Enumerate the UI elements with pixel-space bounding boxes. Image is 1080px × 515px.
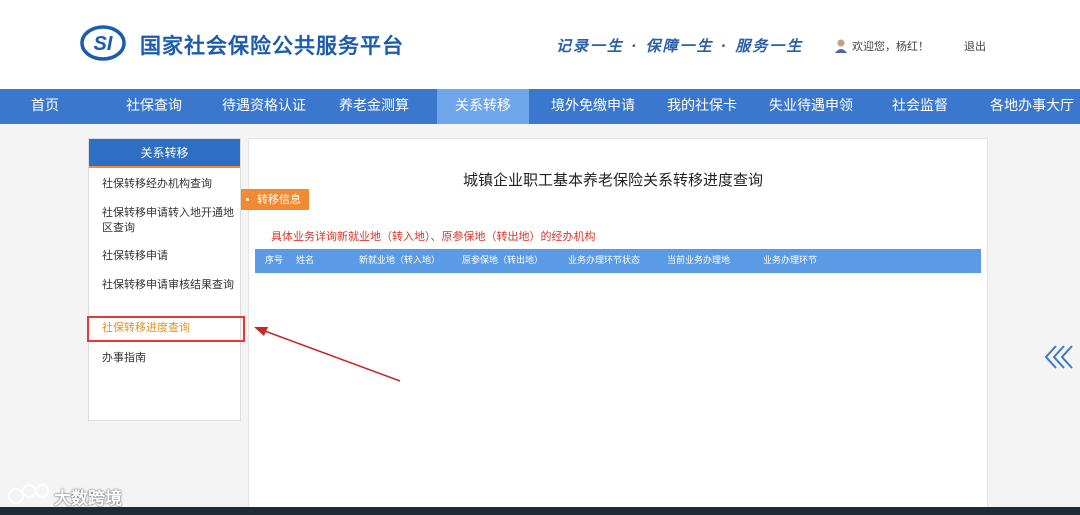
nav-item-social-security-query[interactable]: 社保查询 [108, 89, 200, 124]
slogan: 记录一生 · 保障一生 · 服务一生 [556, 37, 804, 55]
column-header-transfer-out: 原参保地（转出地） [462, 256, 544, 266]
logout-link[interactable]: 退出 [964, 38, 986, 54]
nav-item-social-supervision[interactable]: 社会监督 [874, 89, 966, 124]
welcome-text: 欢迎您，杨红！ [852, 40, 929, 53]
table-header: 序号 姓名 新就业地（转入地） 原参保地（转出地） 业务办理环节状态 当前业务办… [255, 249, 981, 273]
main-panel: 城镇企业职工基本养老保险关系转移进度查询 转移信息 具体业务详询新就业地（转入地… [241, 138, 988, 515]
double-chevron-left-icon[interactable] [1044, 344, 1076, 370]
bullet-dot-icon [246, 198, 249, 201]
si-logo-icon[interactable]: SI [80, 24, 126, 62]
nav-item-home[interactable]: 首页 [0, 89, 90, 124]
transfer-info-tag-label: 转移信息 [257, 193, 301, 206]
nav-item-my-social-card[interactable]: 我的社保卡 [656, 89, 748, 124]
site-header: SI 国家社会保险公共服务平台 记录一生 · 保障一生 · 服务一生 欢迎您，杨… [0, 0, 1080, 89]
column-header-name: 姓名 [296, 256, 315, 266]
transfer-info-tag: 转移信息 [241, 189, 309, 210]
os-taskbar [0, 507, 1080, 515]
user-icon [835, 39, 847, 53]
notice-text: 具体业务详询新就业地（转入地）、原参保地（转出地）的经办机构 [271, 230, 596, 243]
column-header-transfer-in: 新就业地（转入地） [359, 256, 441, 266]
column-header-step: 业务办理环节 [763, 256, 818, 266]
sidebar-item-transfer-application[interactable]: 社保转移申请 [102, 248, 234, 263]
column-header-current-location: 当前业务办理地 [667, 256, 731, 266]
sidebar: 关系转移 社保转移经办机构查询 社保转移申请转入地开通地区查询 社保转移申请 社… [88, 138, 241, 421]
watermark-logo-icon [8, 484, 49, 504]
page-title: 城镇企业职工基本养老保险关系转移进度查询 [463, 171, 764, 189]
nav-item-relation-transfer[interactable]: 关系转移 [437, 89, 529, 124]
watermark-text: 大数跨境 [54, 489, 122, 509]
nav-item-benefit-qualification[interactable]: 待遇资格认证 [214, 89, 314, 124]
nav-item-unemployment-benefit[interactable]: 失业待遇申领 [762, 89, 860, 124]
sidebar-item-service-guide[interactable]: 办事指南 [102, 350, 234, 365]
site-title[interactable]: 国家社会保险公共服务平台 [140, 30, 404, 60]
nav-item-overseas-exemption[interactable]: 境外免缴申请 [544, 89, 642, 124]
column-header-index: 序号 [265, 256, 284, 266]
logo-text: SI [94, 33, 113, 55]
sidebar-item-agency-query[interactable]: 社保转移经办机构查询 [102, 176, 234, 191]
nav-item-local-service-halls[interactable]: 各地办事大厅 [984, 89, 1080, 124]
highlight-box [87, 316, 245, 342]
sidebar-item-open-region-query[interactable]: 社保转移申请转入地开通地区查询 [102, 205, 234, 235]
sidebar-title: 关系转移 [89, 139, 240, 168]
main-nav: 首页 社保查询 待遇资格认证 养老金测算 关系转移 境外免缴申请 我的社保卡 失… [0, 89, 1080, 124]
column-header-status: 业务办理环节状态 [568, 256, 641, 266]
sidebar-item-review-result-query[interactable]: 社保转移申请审核结果查询 [102, 277, 234, 292]
nav-item-pension-calculator[interactable]: 养老金测算 [328, 89, 420, 124]
